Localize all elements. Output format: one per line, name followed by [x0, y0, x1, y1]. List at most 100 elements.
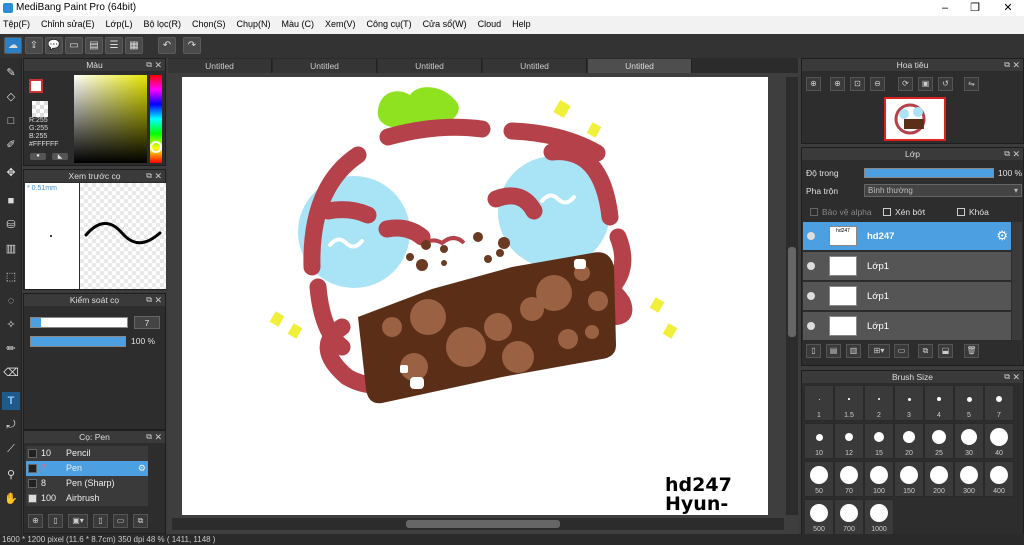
- layer-row[interactable]: Lớp1: [803, 282, 1011, 311]
- duplicate-icon[interactable]: ⧉: [133, 514, 148, 528]
- new-brush-icon[interactable]: ▯: [48, 514, 63, 528]
- lock-checkbox[interactable]: [957, 208, 965, 216]
- document-tab[interactable]: Untitled: [168, 59, 272, 73]
- undo-icon[interactable]: ↶: [158, 37, 176, 54]
- brush-opacity-slider[interactable]: [30, 336, 126, 347]
- saturation-value-picker[interactable]: [74, 75, 147, 163]
- new-halftone-layer-icon[interactable]: ▥: [846, 344, 861, 358]
- clipping-checkbox[interactable]: [883, 208, 891, 216]
- menu-item[interactable]: Chỉnh sửa(E): [38, 16, 95, 29]
- horizontal-scroll-thumb[interactable]: [406, 520, 560, 528]
- eraser-tool-icon[interactable]: ◇: [2, 88, 20, 106]
- close-icon[interactable]: ✕: [154, 170, 162, 182]
- divide-tool-icon[interactable]: ⟋: [2, 440, 20, 458]
- popout-icon[interactable]: ⧉: [1004, 148, 1010, 160]
- comment-icon[interactable]: 💬: [45, 37, 63, 54]
- document-tab[interactable]: Untitled: [273, 59, 377, 73]
- gear-icon[interactable]: ⚙: [996, 228, 1008, 244]
- menu-item[interactable]: Xem(V): [322, 16, 356, 29]
- zoom-out-icon[interactable]: ⊖: [870, 77, 885, 91]
- brush-size-option[interactable]: 70: [834, 461, 864, 497]
- brush-size-option[interactable]: 300: [954, 461, 984, 497]
- add-layer-menu-icon[interactable]: ⊞▾: [868, 344, 890, 358]
- folder-icon[interactable]: ▭: [113, 514, 128, 528]
- close-icon[interactable]: ✕: [154, 59, 162, 71]
- close-icon[interactable]: ✕: [1012, 59, 1020, 71]
- rotate-icon[interactable]: ⟳: [898, 77, 913, 91]
- shape-tool-icon[interactable]: □: [2, 112, 20, 130]
- brush-size-option[interactable]: 25: [924, 423, 954, 459]
- brush-size-option[interactable]: 12: [834, 423, 864, 459]
- brush-size-option[interactable]: 1.5: [834, 385, 864, 421]
- close-window-button[interactable]: ✕: [993, 0, 1023, 16]
- delete-layer-icon[interactable]: 🗑: [964, 344, 979, 358]
- vertical-scroll-thumb[interactable]: [788, 247, 796, 337]
- popout-icon[interactable]: ⧉: [1004, 371, 1010, 383]
- list-icon[interactable]: ☰: [105, 37, 123, 54]
- brush-size-option[interactable]: 7: [984, 385, 1014, 421]
- zoom-fit-icon[interactable]: ⊡: [850, 77, 865, 91]
- brush-size-option[interactable]: 50: [804, 461, 834, 497]
- visibility-eye-icon[interactable]: [807, 232, 815, 240]
- new-layer-icon[interactable]: ▯: [806, 344, 821, 358]
- document-tab[interactable]: Untitled: [378, 59, 482, 73]
- layer-opacity-slider[interactable]: [864, 168, 994, 178]
- menu-item[interactable]: Công cụ(T): [364, 16, 412, 29]
- fill-rect-icon[interactable]: ■: [2, 192, 20, 210]
- brush-size-option[interactable]: 200: [924, 461, 954, 497]
- select-eraser-icon[interactable]: ⌫: [2, 364, 20, 382]
- select-pen-icon[interactable]: ✏: [2, 340, 20, 358]
- canvas-paper[interactable]: hd247 Hyun-woo: [182, 77, 768, 515]
- redo-icon[interactable]: ↷: [183, 37, 201, 54]
- visibility-eye-icon[interactable]: [807, 322, 815, 330]
- merge-layer-icon[interactable]: ⬓: [938, 344, 953, 358]
- brush-tool-icon[interactable]: ✎: [2, 64, 20, 82]
- cloud-icon[interactable]: ☁: [4, 37, 22, 54]
- document-tab[interactable]: Untitled: [483, 59, 587, 73]
- horizontal-scrollbar[interactable]: [172, 518, 784, 530]
- menu-item[interactable]: Help: [509, 16, 531, 29]
- zoom-in-icon[interactable]: ⊕: [830, 77, 845, 91]
- brush-size-option[interactable]: 10: [804, 423, 834, 459]
- chat-icon[interactable]: ▭: [65, 37, 83, 54]
- zoom-icon[interactable]: ⊕: [806, 77, 821, 91]
- document-icon[interactable]: ▤: [85, 37, 103, 54]
- popout-icon[interactable]: ⧉: [146, 59, 152, 71]
- close-icon[interactable]: ✕: [1012, 148, 1020, 160]
- new-8bit-layer-icon[interactable]: ▤: [826, 344, 841, 358]
- brush-size-option[interactable]: 5: [954, 385, 984, 421]
- hue-slider-handle[interactable]: [150, 141, 162, 153]
- brush-size-option[interactable]: 500: [804, 499, 834, 535]
- magic-wand-icon[interactable]: ✧: [2, 316, 20, 334]
- visibility-eye-icon[interactable]: [807, 262, 815, 270]
- menu-item[interactable]: Cloud: [475, 16, 502, 29]
- brush-menu-icon[interactable]: ▣▾: [68, 514, 88, 528]
- layer-row[interactable]: Lớp1: [803, 252, 1011, 281]
- navigator-thumbnail[interactable]: [884, 97, 946, 141]
- operation-tool-icon[interactable]: ⤾: [2, 416, 20, 434]
- transparent-swatch[interactable]: [32, 101, 48, 117]
- close-icon[interactable]: ✕: [154, 431, 162, 443]
- text-tool-icon[interactable]: T: [2, 392, 20, 410]
- fit-window-icon[interactable]: ▣: [918, 77, 933, 91]
- popout-icon[interactable]: ⧉: [146, 294, 152, 306]
- color-mode-button[interactable]: ●: [30, 153, 46, 160]
- layer-scrollbar[interactable]: [1012, 222, 1022, 340]
- duplicate-layer-icon[interactable]: ⧉: [918, 344, 933, 358]
- menu-item[interactable]: Lớp(L): [103, 16, 133, 29]
- brush-size-option[interactable]: 1: [804, 385, 834, 421]
- lasso-tool-icon[interactable]: ◌: [2, 292, 20, 310]
- menu-item[interactable]: Tệp(F): [0, 16, 30, 29]
- menu-item[interactable]: Bộ lọc(R): [140, 16, 181, 29]
- share-icon[interactable]: ⇪: [25, 37, 43, 54]
- gear-icon[interactable]: ⚙: [138, 461, 146, 476]
- add-brush-icon[interactable]: ⊕: [28, 514, 43, 528]
- brush-size-option[interactable]: 3: [894, 385, 924, 421]
- brush-size-option[interactable]: 40: [984, 423, 1014, 459]
- minimize-button[interactable]: –: [930, 0, 960, 16]
- vertical-scrollbar[interactable]: [786, 77, 798, 515]
- menu-item[interactable]: Cửa sổ(W): [420, 16, 467, 29]
- reset-view-icon[interactable]: ↺: [938, 77, 953, 91]
- brush-size-option[interactable]: 400: [984, 461, 1014, 497]
- brush-size-option[interactable]: 20: [894, 423, 924, 459]
